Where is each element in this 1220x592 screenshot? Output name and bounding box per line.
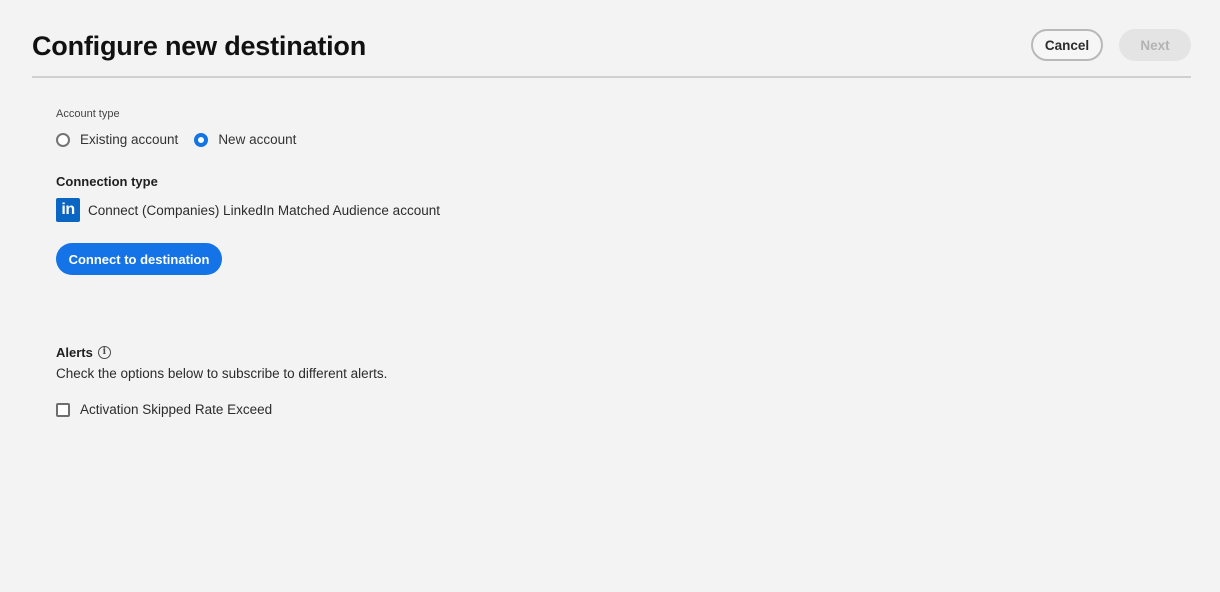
- page-title: Configure new destination: [32, 31, 367, 61]
- alerts-title: Alerts: [56, 345, 93, 360]
- configure-destination-page: Configure new destination Cancel Next Ac…: [0, 0, 1220, 592]
- radio-label: New account: [218, 132, 297, 147]
- alerts-description: Check the options below to subscribe to …: [56, 366, 388, 381]
- radio-new-account[interactable]: New account: [194, 132, 296, 147]
- connection-type-heading: Connection type: [56, 174, 158, 189]
- alert-option-label: Activation Skipped Rate Exceed: [80, 402, 273, 417]
- radio-existing-account[interactable]: Existing account: [56, 132, 178, 147]
- connection-type-text: Connect (Companies) LinkedIn Matched Aud…: [88, 202, 440, 218]
- checkbox-unchecked-icon[interactable]: [56, 402, 70, 417]
- info-icon[interactable]: i: [97, 346, 111, 359]
- cancel-button[interactable]: Cancel: [1031, 29, 1103, 61]
- alert-option-activation-skipped[interactable]: Activation Skipped Rate Exceed: [56, 402, 272, 417]
- radio-label: Existing account: [80, 132, 179, 147]
- connection-type-row: in Connect (Companies) LinkedIn Matched …: [56, 198, 440, 222]
- connect-to-destination-button[interactable]: Connect to destination: [56, 243, 222, 275]
- linkedin-logo-icon: in: [56, 198, 80, 222]
- radio-checked-icon[interactable]: [194, 132, 209, 147]
- next-button[interactable]: Next: [1119, 29, 1191, 61]
- account-type-label: Account type: [56, 108, 120, 120]
- account-type-radio-group: Existing account New account: [56, 132, 312, 147]
- page-header: Configure new destination Cancel Next: [32, 0, 1191, 78]
- alerts-heading: Alerts i: [56, 345, 111, 360]
- radio-unchecked-icon[interactable]: [56, 132, 70, 147]
